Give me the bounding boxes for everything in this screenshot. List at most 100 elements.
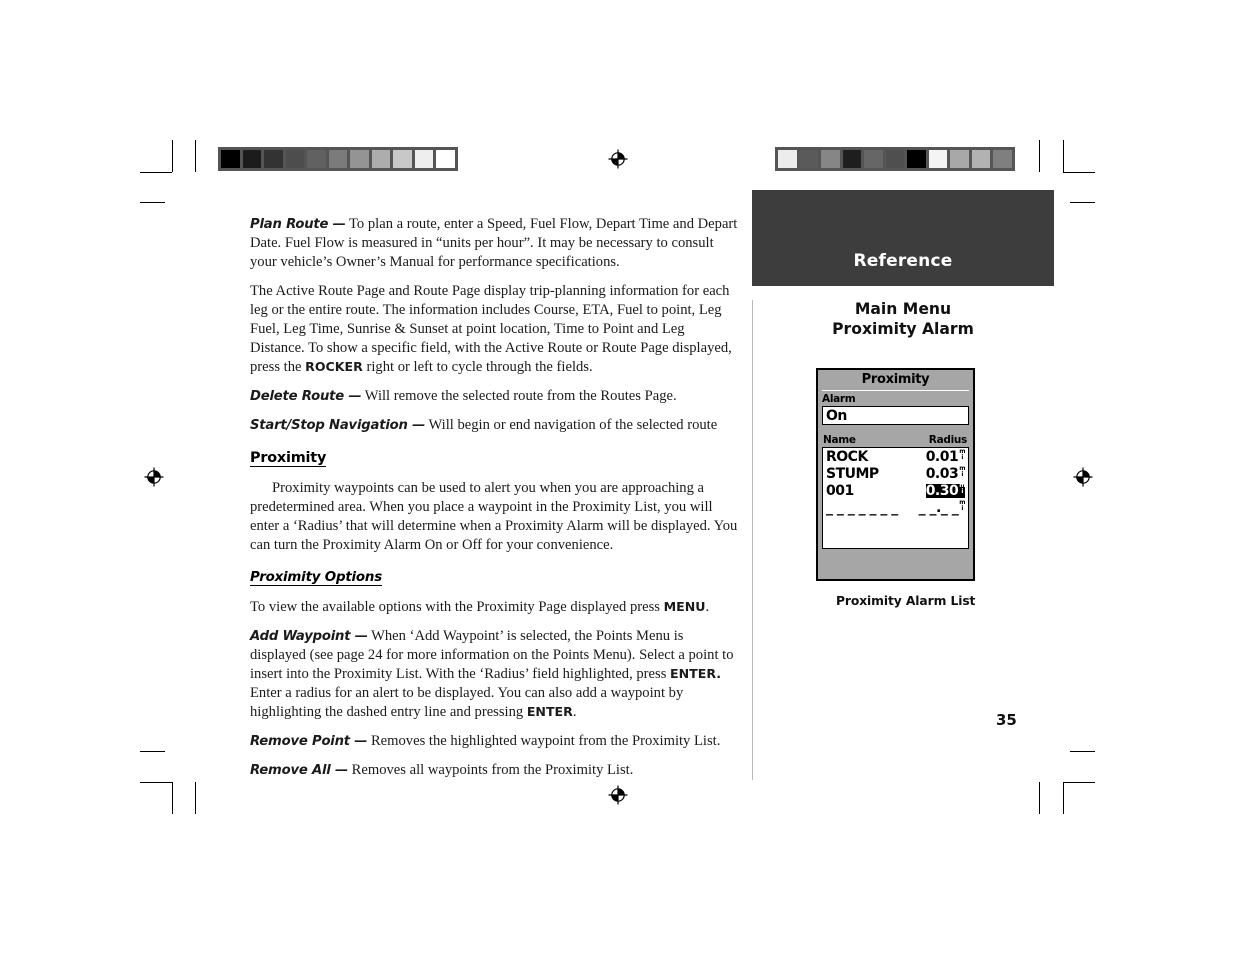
device-column-header-name: Name [823,434,856,447]
device-row-radius-value: 0.03 [925,466,959,483]
device-column-headers: Name Radius [822,434,969,447]
paragraph-remove-point: Remove Point — Removes the highlighted w… [250,732,742,751]
left-wedge-swatch-10 [436,150,456,168]
paragraph-active-route: The Active Route Page and Route Page dis… [250,282,742,377]
crop-mark-top-right-bleed-vertical [1039,140,1040,172]
device-list-row[interactable]: STUMP 0.03 m i [826,465,966,484]
crop-mark-bottom-right-bleed [1063,782,1095,783]
device-screen-title: Proximity [822,372,969,391]
device-row-radius-value: 0.01 [925,449,959,466]
paragraph-add-waypoint-part2: Enter a radius for an alert to be displa… [250,685,684,721]
crop-mark-bottom-left-bleed-vertical [195,782,196,814]
crop-mark-top-left-bleed-vertical [195,140,196,172]
device-screen-footer [822,549,969,558]
page-number: 35 [996,711,1017,729]
device-list-row[interactable]: ROCK 0.01 m i [826,448,966,467]
heading-proximity-wrap: Proximity [250,445,742,473]
device-empty-row-radius-value: _ _._ _ [918,500,959,517]
paragraph-remove-all-text: Removes all waypoints from the Proximity… [348,762,634,779]
device-empty-row-radius: _ _._ _ m i [918,499,966,517]
column-divider [752,300,753,780]
left-wedge-swatch-5 [328,150,348,168]
device-row-name: 001 [826,483,854,500]
crop-mark-top-left-vertical [172,140,173,172]
left-wedge-swatch-9 [414,150,434,168]
crop-mark-bottom-right-horizontal [1070,751,1095,752]
section-band-reference: Reference [752,190,1054,286]
device-empty-row-unit: mi [959,499,965,512]
right-wedge-swatch-7 [928,150,948,168]
registration-target-top [607,148,629,170]
left-wedge-swatch-8 [393,150,412,168]
device-row-name: ROCK [826,449,868,466]
device-row-unit: mi [959,482,965,495]
left-wedge-swatch-0 [221,150,240,168]
device-alarm-field[interactable]: On [822,406,969,426]
device-list-empty-row[interactable]: _ _ _ _ _ _ _ _ _._ _ m i [826,499,966,518]
device-row-radius[interactable]: 0.03 m i [925,465,966,483]
gps-device-screen: Proximity Alarm On Name Radius ROCK 0.01 m… [816,368,975,581]
device-row-radius-value: 0.30 [925,483,959,500]
heading-proximity-options-wrap: Proximity Options [250,565,742,592]
paragraph-proximity-intro: Proximity waypoints can be used to alert… [250,480,738,553]
device-alarm-value: On [826,407,847,424]
left-wedge-swatch-1 [242,150,262,168]
left-wedge-swatch-6 [350,150,369,168]
sidebar-title: Main Menu Proximity Alarm [752,300,1054,340]
section-band-label: Reference [853,251,953,271]
registration-target-right [1072,466,1094,488]
device-proximity-list[interactable]: ROCK 0.01 m i STUMP 0.03 m i 001 0.30 m i _ _ _ _ _ … [822,447,969,550]
crop-mark-bottom-left-horizontal [140,751,165,752]
paragraph-plan-route: Plan Route — To plan a route, enter a Sp… [250,215,742,272]
right-wedge-swatch-5 [885,150,905,168]
device-row-unit: mi [959,465,965,478]
device-empty-row-name: _ _ _ _ _ _ _ [826,500,898,517]
manual-page: Plan Route — To plan a route, enter a Sp… [0,0,1235,954]
right-wedge-swatch-1 [799,150,819,168]
right-wedge-swatch-0 [778,150,797,168]
crop-mark-top-right-vertical [1063,140,1064,172]
key-menu: MENU [663,599,706,615]
right-wedge-swatch-6 [907,150,926,168]
paragraph-start-stop-navigation-text: Will begin or end navigation of the sele… [425,416,718,433]
heading-proximity-options: Proximity Options [250,569,383,587]
paragraph-start-stop-navigation: Start/Stop Navigation — Will begin or en… [250,416,742,435]
device-row-name: STUMP [826,466,879,483]
sidebar-title-line1: Main Menu [854,300,952,318]
paragraph-remove-point-text: Removes the highlighted waypoint from th… [367,733,721,750]
paragraph-delete-route-text: Will remove the selected route from the … [361,387,677,404]
term-remove-all: Remove All — [250,763,348,779]
paragraph-delete-route: Delete Route — Will remove the selected … [250,387,742,406]
main-text-column: Plan Route — To plan a route, enter a Sp… [250,215,742,790]
device-row-radius[interactable]: 0.01 m i [925,448,966,466]
crop-mark-bottom-left-vertical [172,782,173,814]
crop-mark-bottom-right-bleed-vertical [1039,782,1040,814]
right-wedge-swatch-3 [842,150,862,168]
term-plan-route: Plan Route — [250,217,346,232]
paragraph-add-waypoint: Add Waypoint — When ‘Add Waypoint’ is se… [250,627,742,722]
key-enter-1: ENTER. [670,666,722,682]
grayscale-step-wedge-left [218,147,458,171]
right-wedge-swatch-9 [971,150,991,168]
device-alarm-label: Alarm [822,392,856,405]
paragraph-add-waypoint-part3: . [572,704,577,721]
paragraph-options-intro-part1: To view the available options with the P… [250,599,664,616]
left-wedge-swatch-3 [285,150,305,168]
crop-mark-top-right-bleed [1070,202,1095,203]
crop-mark-top-left-bleed [140,202,165,203]
crop-mark-top-left-horizontal [140,172,172,173]
device-list-row[interactable]: 001 0.30 m i [826,482,965,501]
crop-mark-top-right-horizontal [1063,172,1095,173]
right-wedge-swatch-4 [864,150,883,168]
device-column-header-radius: Radius [928,434,968,447]
device-row-unit: mi [959,448,965,461]
device-row-radius[interactable]: 0.30 m i [925,482,965,500]
sidebar-title-line2: Proximity Alarm [832,319,974,338]
left-wedge-swatch-2 [264,150,283,168]
figure-caption: Proximity Alarm List [836,594,976,608]
right-wedge-swatch-8 [950,150,969,168]
key-enter-2: ENTER [526,704,573,720]
crop-mark-bottom-right-vertical [1063,782,1064,814]
gray-patch-bar-right [775,147,1015,171]
left-wedge-swatch-7 [371,150,391,168]
